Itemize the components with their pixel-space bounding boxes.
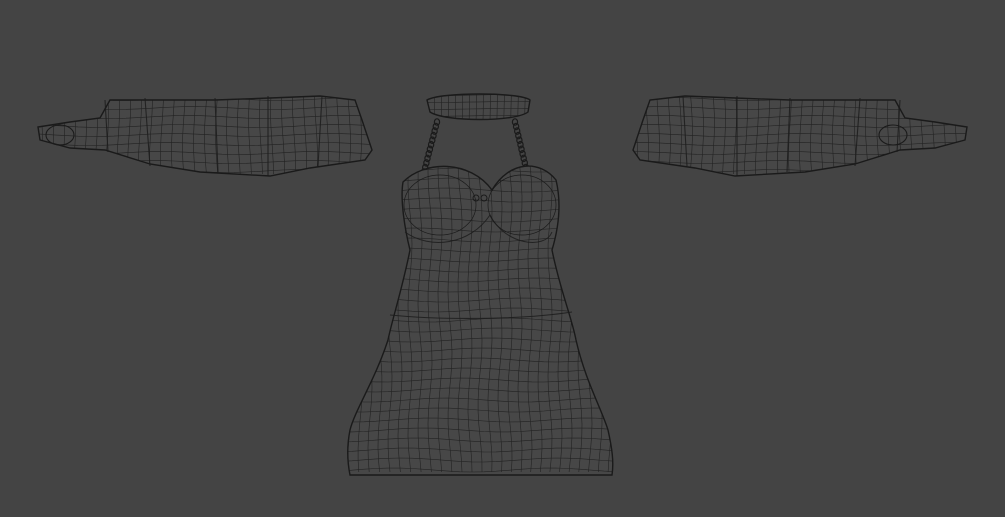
mesh-edge [338,160,342,472]
3d-viewport[interactable] [0,0,1005,517]
left-sleeve [29,89,378,182]
mesh-edge [625,179,973,182]
wireframe-dress-model [29,88,973,482]
mesh-edge [532,88,533,124]
mesh-edge [427,94,428,120]
right-sleeve [624,89,973,182]
mesh-edge [510,94,512,120]
mesh-edge [340,158,616,162]
mesh-edge [369,96,372,175]
mesh-edge [347,167,613,173]
mesh-edge [30,179,378,182]
mesh-edge [29,90,32,174]
mesh-edge [624,90,627,174]
chain-link [518,145,525,154]
bodice-and-skirt [338,158,622,482]
mesh-edge [420,123,540,124]
mesh-edge [420,88,540,89]
left-sleeve-outline [37,95,373,177]
mesh-edge [340,478,616,482]
chain-link [511,118,519,126]
mesh-edge [625,89,973,92]
body-outline [347,165,614,476]
mesh-edge [634,96,638,175]
mesh-edge [539,88,540,124]
mesh-edge [607,166,613,473]
chain-link [517,140,524,149]
mesh-edge [420,88,421,124]
mesh-edge [618,160,622,472]
mesh-edge [30,89,378,92]
